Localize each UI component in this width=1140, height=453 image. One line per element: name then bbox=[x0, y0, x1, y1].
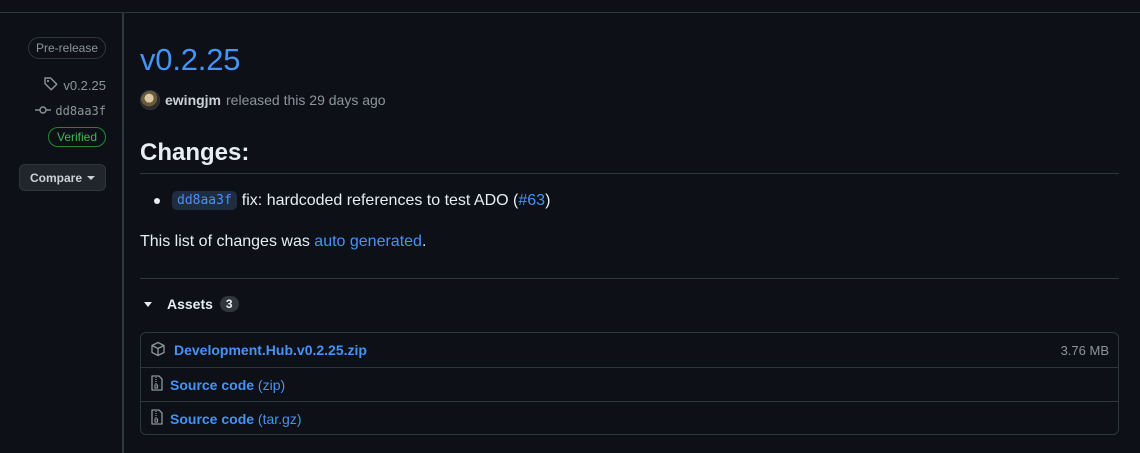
auto-generated-link[interactable]: auto generated bbox=[314, 233, 422, 250]
release-title[interactable]: v0.2.25 bbox=[140, 42, 240, 78]
tag-link[interactable]: v0.2.25 bbox=[43, 76, 106, 94]
package-icon bbox=[150, 341, 166, 360]
commit-link[interactable]: dd8aa3f bbox=[35, 102, 106, 120]
caret-down-icon bbox=[87, 175, 95, 180]
auto-generated-prefix: This list of changes was bbox=[140, 233, 315, 250]
changes-heading: Changes: bbox=[140, 139, 250, 166]
change-text-close: ) bbox=[545, 191, 551, 209]
assets-toggle[interactable]: Assets 3 bbox=[144, 296, 239, 312]
source-code-label: Source code bbox=[170, 376, 255, 393]
changes-divider bbox=[140, 173, 1119, 174]
auto-generated-note: This list of changes was auto generated. bbox=[140, 233, 426, 251]
asset-row: Source code (tar.gz) bbox=[141, 401, 1118, 435]
timeline-line bbox=[122, 12, 124, 453]
asset-size: 3.76 MB bbox=[1060, 342, 1109, 358]
source-code-label: Source code bbox=[170, 410, 255, 427]
list-item: dd8aa3f fix: hardcoded references to tes… bbox=[154, 191, 550, 210]
pull-request-link[interactable]: #63 bbox=[518, 192, 545, 210]
author-line: ewingjm released this 29 days ago bbox=[140, 90, 386, 110]
asset-row: Development.Hub.v0.2.25.zip 3.76 MB bbox=[141, 333, 1118, 367]
triangle-down-icon bbox=[144, 301, 152, 307]
released-text: released this 29 days ago bbox=[226, 92, 386, 108]
compare-label: Compare bbox=[29, 170, 82, 185]
asset-row: Source code (zip) bbox=[141, 367, 1118, 401]
asset-link[interactable]: Source code (tar.gz) bbox=[170, 411, 302, 427]
git-commit-icon bbox=[35, 104, 52, 119]
assets-divider bbox=[140, 278, 1119, 279]
tag-icon bbox=[43, 76, 59, 95]
file-zip-icon bbox=[150, 375, 164, 394]
archive-format: (zip) bbox=[257, 376, 286, 393]
pre-release-badge: Pre-release bbox=[28, 37, 106, 59]
commit-sha: dd8aa3f bbox=[55, 104, 106, 118]
file-zip-icon bbox=[150, 409, 164, 428]
asset-link[interactable]: Development.Hub.v0.2.25.zip bbox=[174, 342, 367, 358]
assets-list: Development.Hub.v0.2.25.zip 3.76 MB Sour… bbox=[140, 332, 1119, 435]
archive-format: (tar.gz) bbox=[257, 410, 302, 427]
compare-button[interactable]: Compare bbox=[19, 164, 106, 191]
avatar[interactable] bbox=[140, 90, 160, 110]
verified-badge[interactable]: Verified bbox=[48, 127, 106, 147]
top-divider bbox=[0, 12, 1140, 13]
author-name[interactable]: ewingjm bbox=[165, 92, 221, 108]
change-text: fix: hardcoded references to test ADO ( bbox=[241, 191, 519, 209]
auto-generated-suffix: . bbox=[421, 233, 427, 250]
bullet-icon bbox=[154, 197, 160, 204]
asset-link[interactable]: Source code (zip) bbox=[170, 377, 285, 393]
assets-label: Assets bbox=[167, 296, 213, 312]
commit-sha-link[interactable]: dd8aa3f bbox=[172, 191, 237, 210]
tag-label: v0.2.25 bbox=[63, 77, 106, 93]
assets-count-badge: 3 bbox=[219, 296, 239, 312]
